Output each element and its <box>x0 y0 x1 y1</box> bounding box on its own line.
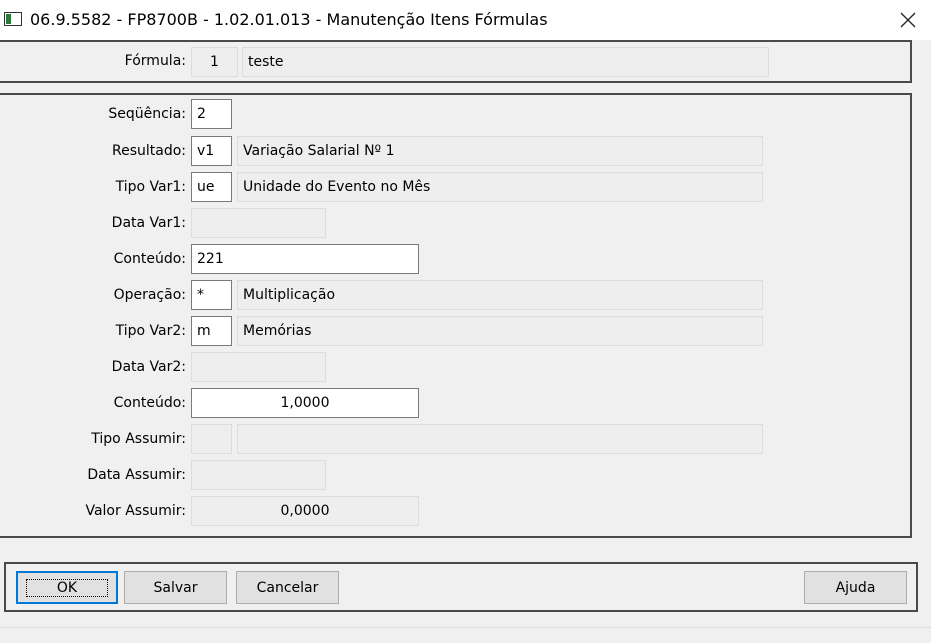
conteudo1-label: Conteúdo: <box>113 251 186 267</box>
sequencia-input[interactable]: 2 <box>191 99 232 129</box>
formula-code-field: 1 <box>191 47 238 77</box>
data-assumir-field <box>191 460 326 490</box>
bottom-divider <box>0 627 931 628</box>
data-var1-field <box>191 208 326 238</box>
tipo-var2-code-input[interactable]: m <box>191 316 232 346</box>
conteudo2-label: Conteúdo: <box>113 395 186 411</box>
sequencia-label: Seqüência: <box>108 106 186 122</box>
conteudo2-input[interactable]: 1,0000 <box>191 388 419 418</box>
ok-button-label: OK <box>25 578 109 597</box>
cancelar-button[interactable]: Cancelar <box>236 571 339 604</box>
app-icon <box>4 12 22 26</box>
formula-name-field: teste <box>242 47 769 77</box>
data-assumir-label: Data Assumir: <box>87 467 186 483</box>
operacao-desc-field: Multiplicação <box>237 280 763 310</box>
data-var2-field <box>191 352 326 382</box>
ajuda-button[interactable]: Ajuda <box>804 571 907 604</box>
tipo-var2-desc-field: Memórias <box>237 316 763 346</box>
tipo-assumir-label: Tipo Assumir: <box>91 431 186 447</box>
resultado-desc-field: Variação Salarial Nº 1 <box>237 136 763 166</box>
valor-assumir-label: Valor Assumir: <box>85 503 186 519</box>
tipo-var2-label: Tipo Var2: <box>115 323 186 339</box>
tipo-var1-desc-field: Unidade do Evento no Mês <box>237 172 763 202</box>
tipo-assumir-desc-field <box>237 424 763 454</box>
ok-button[interactable]: OK <box>16 571 118 604</box>
data-var1-label: Data Var1: <box>111 215 186 231</box>
window-title: 06.9.5582 - FP8700B - 1.02.01.013 - Manu… <box>30 10 548 29</box>
data-var2-label: Data Var2: <box>111 359 186 375</box>
resultado-label: Resultado: <box>111 143 186 159</box>
tipo-var1-code-input[interactable]: ue <box>191 172 232 202</box>
formula-label: Fórmula: <box>124 53 186 69</box>
valor-assumir-field: 0,0000 <box>191 496 419 526</box>
tipo-var1-label: Tipo Var1: <box>115 179 186 195</box>
tipo-assumir-code-field <box>191 424 232 454</box>
operacao-code-input[interactable]: * <box>191 280 232 310</box>
salvar-button[interactable]: Salvar <box>124 571 227 604</box>
operacao-label: Operação: <box>113 287 186 303</box>
close-icon <box>900 12 916 28</box>
title-bar: 06.9.5582 - FP8700B - 1.02.01.013 - Manu… <box>0 0 931 40</box>
resultado-code-input[interactable]: v1 <box>191 136 232 166</box>
conteudo1-input[interactable]: 221 <box>191 244 419 274</box>
close-button[interactable] <box>885 0 931 40</box>
